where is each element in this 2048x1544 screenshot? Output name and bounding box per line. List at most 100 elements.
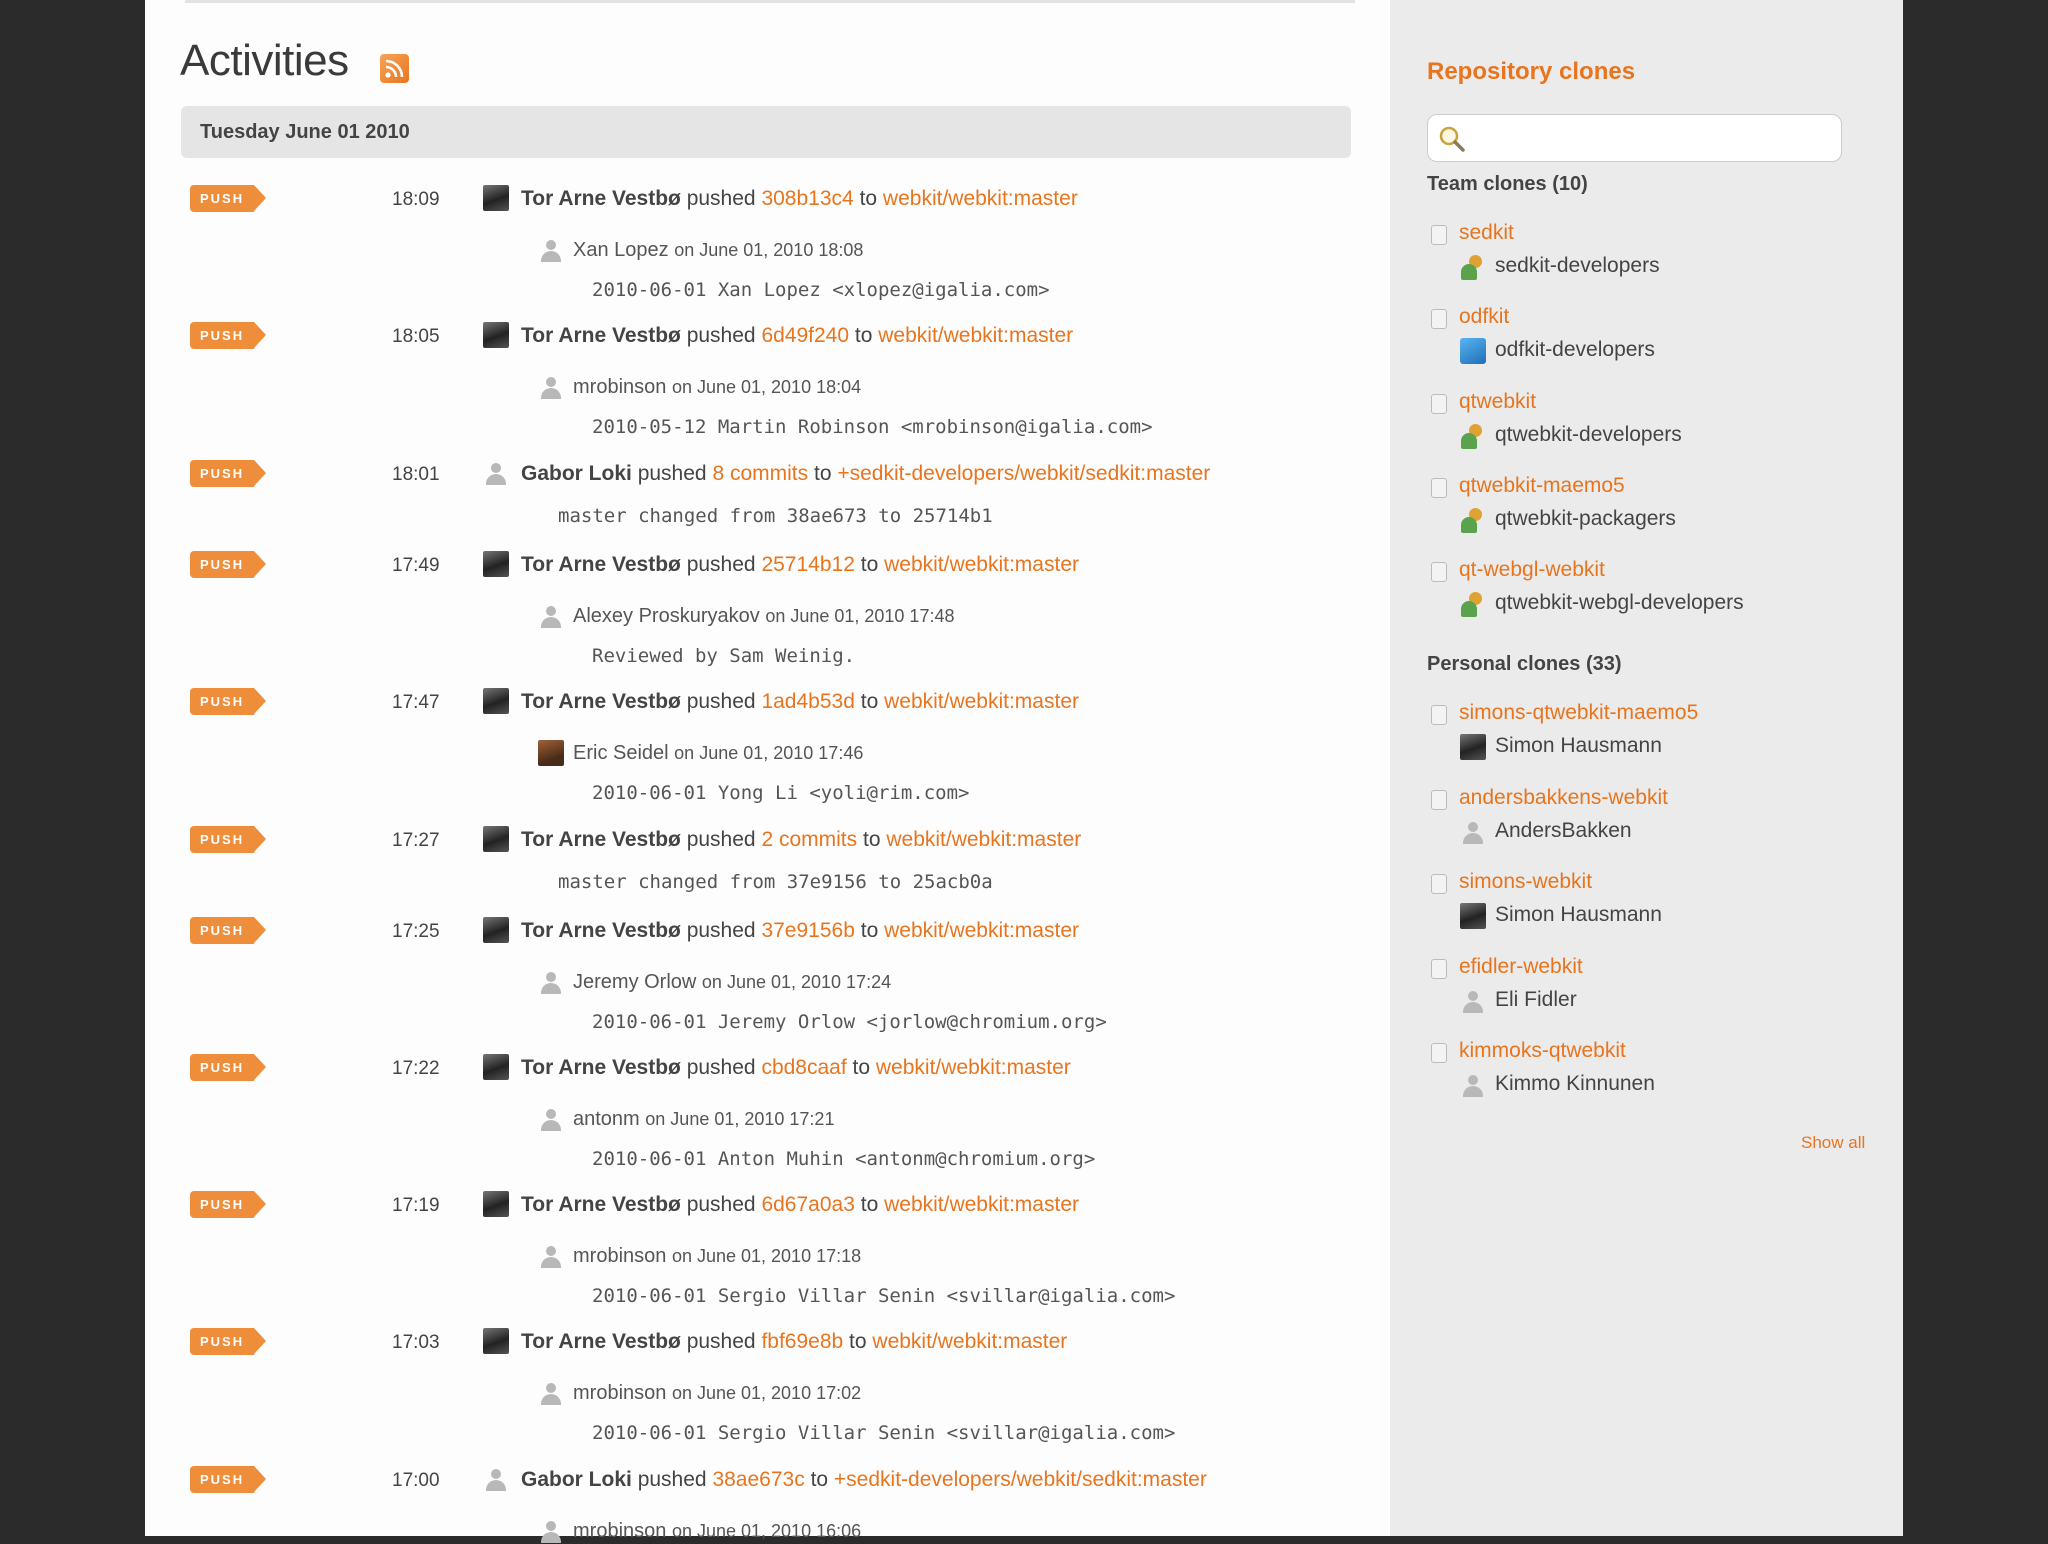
clone-name-link[interactable]: odfkit (1459, 305, 1509, 329)
clone-owner-link[interactable]: Kimmo Kinnunen (1495, 1072, 1655, 1096)
actor-name[interactable]: Tor Arne Vestbø (521, 828, 681, 851)
clone-name-link[interactable]: sedkit (1459, 221, 1514, 245)
clone-search-input[interactable] (1472, 123, 1836, 155)
commit-author-line: antonm on June 01, 2010 17:21 (573, 1108, 834, 1131)
actor-name[interactable]: Tor Arne Vestbø (521, 690, 681, 713)
commit-message: Reviewed by Sam Weinig. (592, 645, 856, 667)
clone-owner-link[interactable]: qtwebkit-webgl-developers (1495, 591, 1744, 615)
clone-owner-link[interactable]: Eli Fidler (1495, 988, 1577, 1012)
clone-name-link[interactable]: qtwebkit (1459, 390, 1536, 414)
actor-name[interactable]: Tor Arne Vestbø (521, 1330, 681, 1353)
verb: pushed (686, 828, 756, 851)
actor-name[interactable]: Tor Arne Vestbø (521, 919, 681, 942)
show-all-link[interactable]: Show all (1801, 1133, 1865, 1153)
push-badge: PUSH (190, 1466, 266, 1493)
branch-link[interactable]: webkit/webkit:master (884, 553, 1079, 576)
activity-time: 17:03 (392, 1332, 440, 1353)
commit-link[interactable]: 308b13c4 (761, 187, 853, 210)
repository-icon (1431, 874, 1447, 894)
user-avatar[interactable] (483, 917, 509, 943)
commit-link[interactable]: 6d67a0a3 (761, 1193, 854, 1216)
commit-author[interactable]: Xan Lopez (573, 239, 669, 261)
actor-name[interactable]: Tor Arne Vestbø (521, 324, 681, 347)
push-badge: PUSH (190, 1191, 266, 1218)
to-word: to (852, 1056, 871, 1079)
rss-feed-icon[interactable] (380, 54, 409, 83)
branch-link[interactable]: webkit/webkit:master (876, 1056, 1071, 1079)
user-avatar[interactable] (483, 688, 509, 714)
commit-author[interactable]: mrobinson (573, 376, 666, 398)
clone-name-link[interactable]: kimmoks-qtwebkit (1459, 1039, 1626, 1063)
commit-author[interactable]: mrobinson (573, 1382, 666, 1404)
user-avatar[interactable] (483, 551, 509, 577)
commits-link[interactable]: 8 commits (712, 462, 808, 485)
clone-owner-link[interactable]: odfkit-developers (1495, 338, 1655, 362)
clone-name-link[interactable]: qtwebkit-maemo5 (1459, 474, 1625, 498)
actor-name[interactable]: Gabor Loki (521, 462, 632, 485)
verb: pushed (686, 1193, 756, 1216)
activity-line: Tor Arne Vestbø pushed 37e9156b to webki… (521, 919, 1079, 943)
branch-link[interactable]: webkit/webkit:master (884, 690, 1079, 713)
branch-link[interactable]: webkit/webkit:master (872, 1330, 1067, 1353)
clone-name-link[interactable]: efidler-webkit (1459, 955, 1583, 979)
commit-link[interactable]: cbd8caaf (761, 1056, 846, 1079)
user-avatar[interactable] (483, 1054, 509, 1080)
clone-name-link[interactable]: simons-webkit (1459, 870, 1592, 894)
user-avatar[interactable] (483, 1328, 509, 1354)
clone-owner-link[interactable]: AndersBakken (1495, 819, 1632, 843)
commit-author[interactable]: Jeremy Orlow (573, 971, 696, 993)
commit-link[interactable]: 25714b12 (761, 553, 854, 576)
activity-time: 17:22 (392, 1058, 440, 1079)
activity-time: 18:09 (392, 189, 440, 210)
commit-author[interactable]: Alexey Proskuryakov (573, 605, 760, 627)
clone-owner-link[interactable]: Simon Hausmann (1495, 734, 1662, 758)
clone-name-link[interactable]: qt-webgl-webkit (1459, 558, 1605, 582)
commits-link[interactable]: 2 commits (761, 828, 857, 851)
commit-link[interactable]: 1ad4b53d (761, 690, 854, 713)
actor-name[interactable]: Tor Arne Vestbø (521, 553, 681, 576)
user-avatar (1460, 988, 1486, 1014)
clone-owner-link[interactable]: Simon Hausmann (1495, 903, 1662, 927)
commit-author-line: mrobinson on June 01, 2010 17:02 (573, 1382, 861, 1405)
commit-author-avatar (538, 1243, 564, 1269)
repository-clones-title: Repository clones (1427, 58, 1636, 85)
push-badge: PUSH (190, 460, 266, 487)
user-avatar[interactable] (483, 322, 509, 348)
commit-author[interactable]: Eric Seidel (573, 742, 669, 764)
commit-author[interactable]: antonm (573, 1108, 640, 1130)
clone-owner-link[interactable]: qtwebkit-developers (1495, 423, 1682, 447)
user-avatar[interactable] (483, 1466, 509, 1492)
commit-meta: on June 01, 2010 17:21 (645, 1109, 835, 1129)
clone-name-link[interactable]: simons-qtwebkit-maemo5 (1459, 701, 1698, 725)
commit-author-line: mrobinson on June 01, 2010 18:04 (573, 376, 861, 399)
activity-time: 17:49 (392, 555, 440, 576)
actor-name[interactable]: Gabor Loki (521, 1468, 632, 1491)
commit-link[interactable]: 38ae673c (712, 1468, 804, 1491)
branch-link[interactable]: webkit/webkit:master (878, 324, 1073, 347)
commit-author[interactable]: mrobinson (573, 1520, 666, 1542)
branch-link[interactable]: webkit/webkit:master (886, 828, 1081, 851)
user-avatar (1460, 903, 1486, 929)
commit-link[interactable]: fbf69e8b (761, 1330, 843, 1353)
branch-link[interactable]: +sedkit-developers/webkit/sedkit:master (834, 1468, 1207, 1491)
user-avatar[interactable] (483, 826, 509, 852)
branch-link[interactable]: webkit/webkit:master (883, 187, 1078, 210)
clone-search-box[interactable] (1427, 114, 1842, 162)
clone-owner-link[interactable]: sedkit-developers (1495, 254, 1660, 278)
commit-link[interactable]: 37e9156b (761, 919, 854, 942)
commit-author[interactable]: mrobinson (573, 1245, 666, 1267)
user-avatar[interactable] (483, 1191, 509, 1217)
actor-name[interactable]: Tor Arne Vestbø (521, 1193, 681, 1216)
clone-name-link[interactable]: andersbakkens-webkit (1459, 786, 1668, 810)
commit-author-avatar (538, 1380, 564, 1406)
actor-name[interactable]: Tor Arne Vestbø (521, 187, 681, 210)
branch-link[interactable]: webkit/webkit:master (884, 919, 1079, 942)
actor-name[interactable]: Tor Arne Vestbø (521, 1056, 681, 1079)
branch-link[interactable]: webkit/webkit:master (884, 1193, 1079, 1216)
clone-owner-link[interactable]: qtwebkit-packagers (1495, 507, 1676, 531)
commit-link[interactable]: 6d49f240 (761, 324, 849, 347)
branch-link[interactable]: +sedkit-developers/webkit/sedkit:master (837, 462, 1210, 485)
user-avatar[interactable] (483, 185, 509, 211)
user-avatar[interactable] (483, 460, 509, 486)
push-badge: PUSH (190, 917, 266, 944)
